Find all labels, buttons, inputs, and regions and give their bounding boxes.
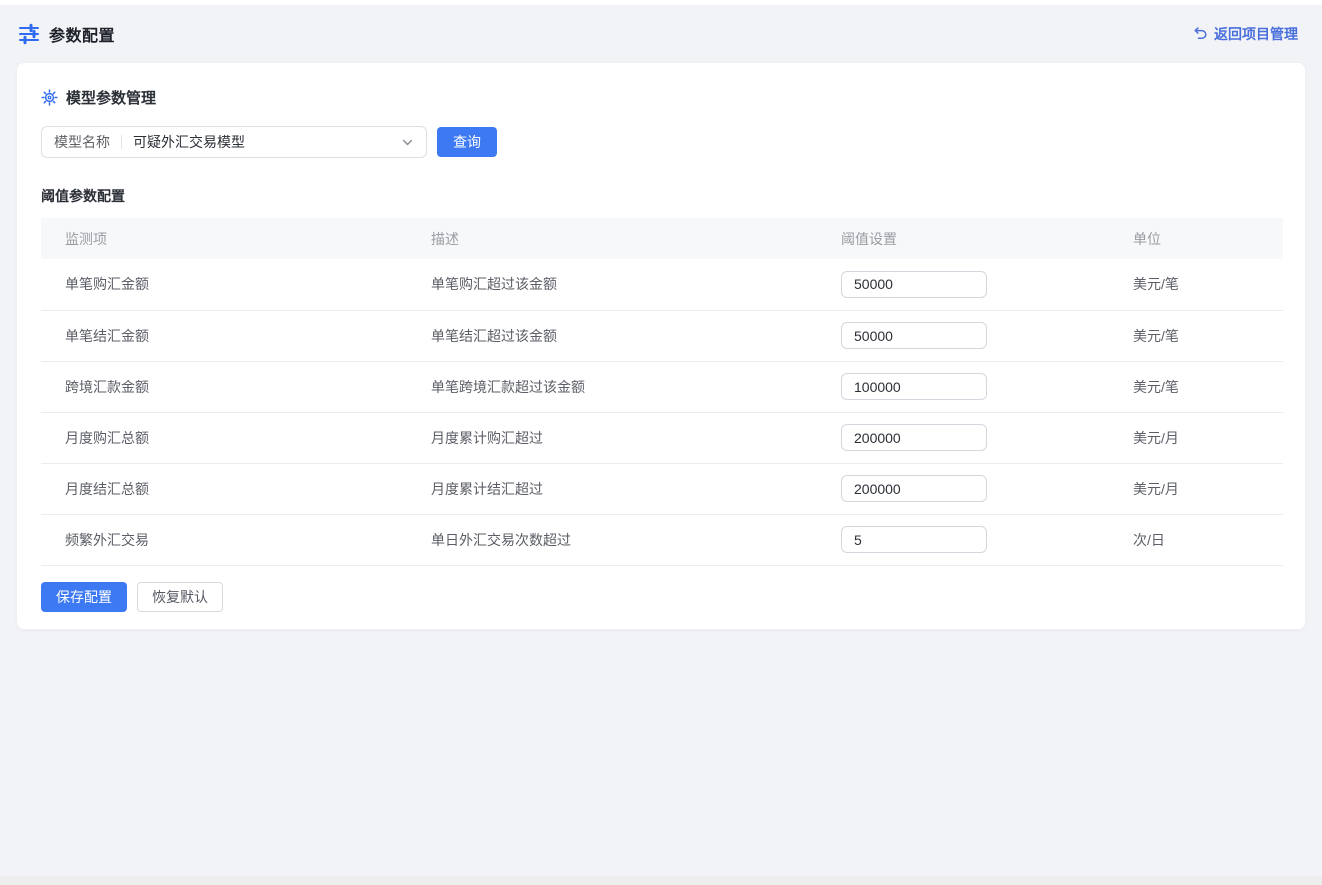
cell-unit: 美元/月 xyxy=(1109,463,1283,514)
query-button[interactable]: 查询 xyxy=(437,127,497,157)
model-select-value: 可疑外汇交易模型 xyxy=(133,132,245,152)
cell-monitor-item: 频繁外汇交易 xyxy=(41,514,407,565)
cell-description: 单笔结汇超过该金额 xyxy=(407,310,817,361)
table-row: 单笔购汇金额单笔购汇超过该金额 美元/笔 xyxy=(41,259,1283,310)
table-row: 月度购汇总额月度累计购汇超过 美元/月 xyxy=(41,412,1283,463)
cell-description: 单笔购汇超过该金额 xyxy=(407,259,817,310)
cell-description: 月度累计结汇超过 xyxy=(407,463,817,514)
model-parameter-card: 模型参数管理 模型名称 可疑外汇交易模型 查询 阈值参数配置 监测项 描述 阈值… xyxy=(16,62,1306,630)
cell-threshold xyxy=(817,310,1109,361)
cell-monitor-item: 月度结汇总额 xyxy=(41,463,407,514)
column-header-desc: 描述 xyxy=(407,218,817,259)
cell-description: 月度累计购汇超过 xyxy=(407,412,817,463)
column-header-threshold: 阈值设置 xyxy=(817,218,1109,259)
table-header-row: 监测项 描述 阈值设置 单位 xyxy=(41,218,1283,259)
cell-description: 单日外汇交易次数超过 xyxy=(407,514,817,565)
table-row: 单笔结汇金额单笔结汇超过该金额 美元/笔 xyxy=(41,310,1283,361)
gear-icon xyxy=(41,89,58,106)
threshold-input[interactable] xyxy=(841,475,987,502)
select-divider xyxy=(121,135,122,149)
undo-arrow-icon xyxy=(1193,26,1208,41)
threshold-input[interactable] xyxy=(841,322,987,349)
cell-threshold xyxy=(817,361,1109,412)
model-name-select[interactable]: 模型名称 可疑外汇交易模型 xyxy=(41,126,427,158)
cell-threshold xyxy=(817,514,1109,565)
back-to-projects-link[interactable]: 返回项目管理 xyxy=(1193,24,1298,44)
threshold-input[interactable] xyxy=(841,424,987,451)
cell-threshold xyxy=(817,412,1109,463)
section-title: 模型参数管理 xyxy=(66,87,156,108)
column-header-item: 监测项 xyxy=(41,218,407,259)
back-link-label: 返回项目管理 xyxy=(1214,24,1298,44)
cell-description: 单笔跨境汇款超过该金额 xyxy=(407,361,817,412)
model-select-label: 模型名称 xyxy=(54,132,110,152)
table-row: 跨境汇款金额单笔跨境汇款超过该金额 美元/笔 xyxy=(41,361,1283,412)
threshold-table: 监测项 描述 阈值设置 单位 单笔购汇金额单笔购汇超过该金额美元/笔单笔结汇金额… xyxy=(41,218,1283,566)
threshold-input[interactable] xyxy=(841,373,987,400)
threshold-section-title: 阈值参数配置 xyxy=(41,186,1281,206)
restore-defaults-button[interactable]: 恢复默认 xyxy=(137,582,223,612)
save-config-button[interactable]: 保存配置 xyxy=(41,582,127,612)
bottom-scrollbar-track xyxy=(0,876,1322,885)
cell-monitor-item: 单笔购汇金额 xyxy=(41,259,407,310)
table-row: 月度结汇总额月度累计结汇超过 美元/月 xyxy=(41,463,1283,514)
cell-unit: 次/日 xyxy=(1109,514,1283,565)
cell-threshold xyxy=(817,463,1109,514)
cell-unit: 美元/笔 xyxy=(1109,310,1283,361)
cell-threshold xyxy=(817,259,1109,310)
cell-unit: 美元/笔 xyxy=(1109,361,1283,412)
threshold-input[interactable] xyxy=(841,526,987,553)
cell-unit: 美元/笔 xyxy=(1109,259,1283,310)
cell-monitor-item: 单笔结汇金额 xyxy=(41,310,407,361)
threshold-table-body: 单笔购汇金额单笔购汇超过该金额美元/笔单笔结汇金额单笔结汇超过该金额美元/笔跨境… xyxy=(41,259,1283,565)
cell-unit: 美元/月 xyxy=(1109,412,1283,463)
table-row: 频繁外汇交易单日外汇交易次数超过 次/日 xyxy=(41,514,1283,565)
column-header-unit: 单位 xyxy=(1109,218,1283,259)
threshold-input[interactable] xyxy=(841,271,987,298)
cell-monitor-item: 跨境汇款金额 xyxy=(41,361,407,412)
header-bar: 参数配置 返回项目管理 xyxy=(0,5,1322,62)
cell-monitor-item: 月度购汇总额 xyxy=(41,412,407,463)
sliders-icon xyxy=(18,23,40,45)
page-title: 参数配置 xyxy=(49,22,115,46)
chevron-down-icon xyxy=(401,136,414,149)
